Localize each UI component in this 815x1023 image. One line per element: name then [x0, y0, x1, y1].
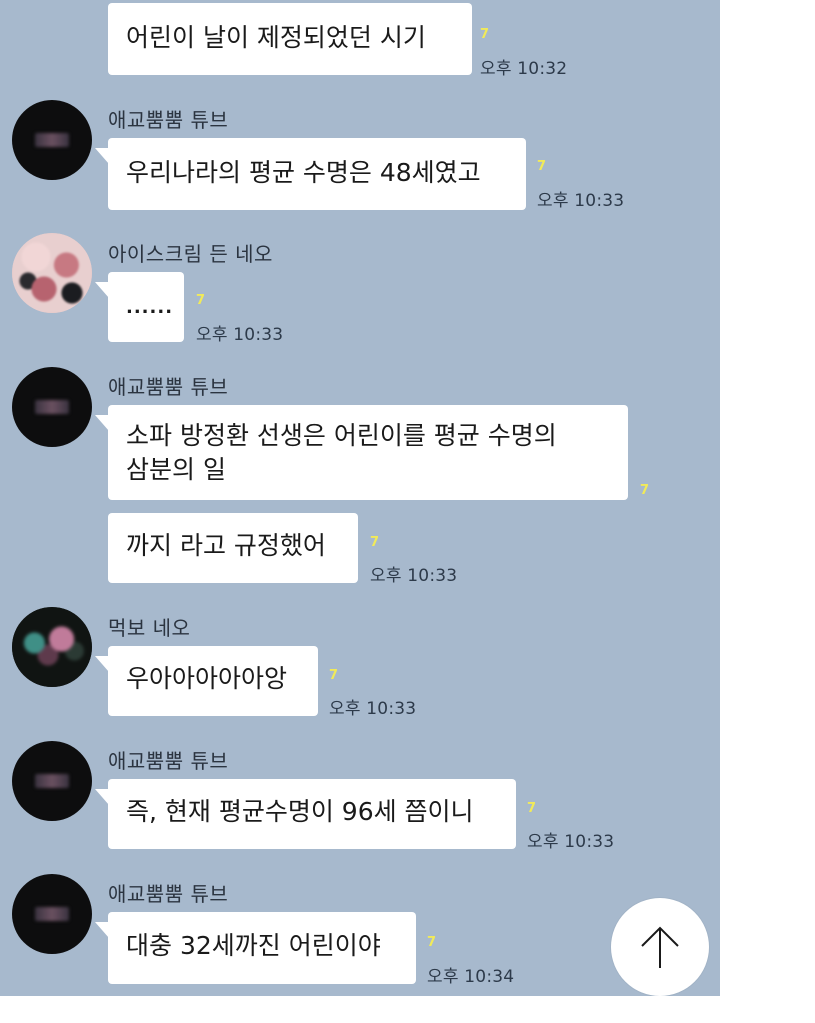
sender-name: 애교뿜뿜 튜브 [108, 108, 229, 132]
avatar[interactable] [12, 367, 92, 447]
unread-count: 7 [370, 535, 380, 550]
avatar[interactable] [12, 233, 92, 313]
message-time: 오후 10:32 [480, 59, 568, 79]
unread-count: 7 [537, 159, 547, 174]
sender-name: 아이스크림 든 네오 [108, 242, 273, 266]
message-time: 오후 10:33 [537, 191, 625, 211]
arrow-up-icon [641, 926, 679, 968]
message-bubble[interactable]: 대충 32세까진 어린이야 [95, 912, 416, 984]
avatar[interactable] [12, 100, 92, 180]
message-text-line: 소파 방정환 선생은 어린이를 평균 수명의 [126, 421, 557, 450]
message-time: 오후 10:33 [196, 325, 284, 345]
message-text: 우리나라의 평균 수명은 48세였고 [126, 158, 481, 187]
message-bubble[interactable]: 우리나라의 평균 수명은 48세였고 [95, 138, 526, 210]
message-bubble[interactable]: 소파 방정환 선생은 어린이를 평균 수명의 삼분의 일 [95, 405, 628, 500]
message-text: 즉, 현재 평균수명이 96세 쯤이니 [126, 797, 474, 826]
unread-count: 7 [427, 935, 437, 950]
avatar[interactable] [12, 874, 92, 954]
avatar[interactable] [12, 607, 92, 687]
avatar[interactable] [12, 741, 92, 821]
unread-count: 7 [480, 27, 490, 42]
message-bubble[interactable]: 우아아아아아앙 [95, 646, 318, 716]
message-text: 까지 라고 규정했어 [126, 531, 326, 560]
sender-name: 애교뿜뿜 튜브 [108, 749, 229, 773]
sender-name: 애교뿜뿜 튜브 [108, 375, 229, 399]
message-text: ...... [126, 297, 174, 318]
sender-name: 애교뿜뿜 튜브 [108, 882, 229, 906]
message-text-line: 삼분의 일 [126, 455, 226, 484]
message-bubble[interactable]: 어린이 날이 제정되었던 시기 [108, 3, 472, 75]
message-text: 어린이 날이 제정되었던 시기 [126, 23, 426, 52]
unread-count: 7 [640, 483, 650, 498]
unread-count: 7 [527, 801, 537, 816]
message-text: 우아아아아아앙 [126, 664, 288, 693]
chat-room[interactable]: 어린이 날이 제정되었던 시기 7 오후 10:32 애교뿜뿜 튜브 우리나라의… [0, 0, 720, 996]
message-bubble[interactable]: 까지 라고 규정했어 [108, 513, 358, 583]
sender-name: 먹보 네오 [108, 616, 191, 640]
message-text: 대충 32세까진 어린이야 [126, 931, 381, 960]
message-time: 오후 10:33 [527, 832, 615, 852]
message-time: 오후 10:34 [427, 967, 515, 987]
message-time: 오후 10:33 [329, 699, 417, 719]
message-time: 오후 10:33 [370, 566, 458, 586]
scroll-to-top-button[interactable] [611, 898, 709, 996]
message-bubble[interactable]: ...... [95, 272, 184, 342]
unread-count: 7 [196, 293, 206, 308]
unread-count: 7 [329, 668, 339, 683]
message-bubble[interactable]: 즉, 현재 평균수명이 96세 쯤이니 [95, 779, 516, 849]
